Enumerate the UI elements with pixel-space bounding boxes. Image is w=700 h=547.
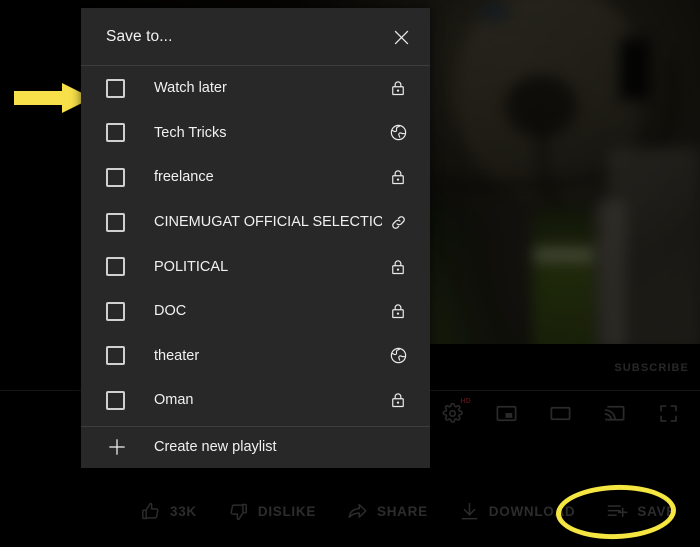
dialog-title: Save to... (106, 27, 173, 45)
miniplayer-button[interactable] (492, 399, 520, 427)
settings-gear-button[interactable]: HD (438, 398, 471, 427)
playlist-name: Tech Tricks (154, 124, 227, 141)
playlist-name: DOC (154, 303, 187, 320)
playlist-row[interactable]: Watch later (81, 66, 430, 111)
lock-icon (388, 78, 408, 98)
thumbs-up-icon (140, 501, 161, 522)
playlist-row[interactable]: DOC (81, 289, 430, 334)
playlist-checkbox[interactable] (106, 78, 125, 98)
playlist-row[interactable]: CINEMUGAT OFFICIAL SELECTION (81, 200, 430, 245)
playlist-row[interactable]: freelance (81, 155, 430, 200)
playlist-name: Watch later (154, 80, 227, 97)
playlist-list[interactable]: Watch later Tech Tricks freelance CINEMUGAT… (81, 66, 430, 426)
video-left-dim (0, 0, 82, 390)
theater-mode-button[interactable] (546, 399, 574, 427)
create-new-playlist-button[interactable]: Create new playlist (81, 426, 430, 467)
cast-button[interactable] (600, 399, 628, 427)
playlist-name: freelance (154, 169, 214, 186)
share-label: SHARE (377, 503, 428, 519)
hd-quality-badge: HD (460, 398, 471, 405)
share-button[interactable]: SHARE (347, 501, 428, 522)
create-new-playlist-label: Create new playlist (154, 439, 277, 455)
playlist-checkbox[interactable] (106, 257, 125, 277)
playlist-row[interactable]: Oman (81, 378, 430, 423)
playlist-checkbox[interactable] (106, 301, 125, 321)
playlist-name: Oman (154, 392, 194, 409)
link-icon (388, 212, 408, 232)
plus-icon (106, 436, 128, 458)
globe-icon (388, 346, 408, 366)
fullscreen-button[interactable] (654, 399, 682, 427)
playlist-checkbox[interactable] (106, 212, 125, 232)
thumbs-down-icon (228, 501, 249, 522)
lock-icon (388, 167, 408, 187)
close-icon[interactable] (385, 21, 417, 53)
dialog-header: Save to... (81, 8, 430, 66)
playlist-checkbox[interactable] (106, 390, 125, 410)
playlist-name: POLITICAL (154, 258, 229, 275)
player-controls-right-group: HD (438, 398, 682, 427)
dislike-label: DISLIKE (257, 503, 317, 519)
youtube-watch-page: SUBSCRIBE HD 33K DISLIKE SHARE DOWNLOAD … (0, 0, 700, 547)
like-count: 33K (170, 503, 197, 519)
lock-icon (388, 390, 408, 410)
like-button[interactable]: 33K (140, 501, 197, 522)
playlist-row[interactable]: theater (81, 334, 430, 379)
share-arrow-icon (347, 501, 368, 522)
dislike-button[interactable]: DISLIKE (228, 501, 316, 522)
playlist-name: CINEMUGAT OFFICIAL SELECTION (154, 214, 382, 231)
lock-icon (388, 257, 408, 277)
playlist-checkbox[interactable] (106, 346, 125, 366)
playlist-name: theater (154, 347, 200, 364)
playlist-row[interactable]: Tech Tricks (81, 111, 430, 156)
playlist-checkbox[interactable] (106, 167, 125, 187)
globe-icon (388, 123, 408, 143)
playlist-checkbox[interactable] (106, 123, 125, 143)
save-to-playlist-dialog: Save to... Watch later Tech Tricks freelan… (81, 8, 430, 468)
playlist-row[interactable]: POLITICAL (81, 244, 430, 289)
subscribe-button[interactable]: SUBSCRIBE (614, 362, 689, 374)
download-icon (459, 501, 480, 522)
lock-icon (388, 301, 408, 321)
